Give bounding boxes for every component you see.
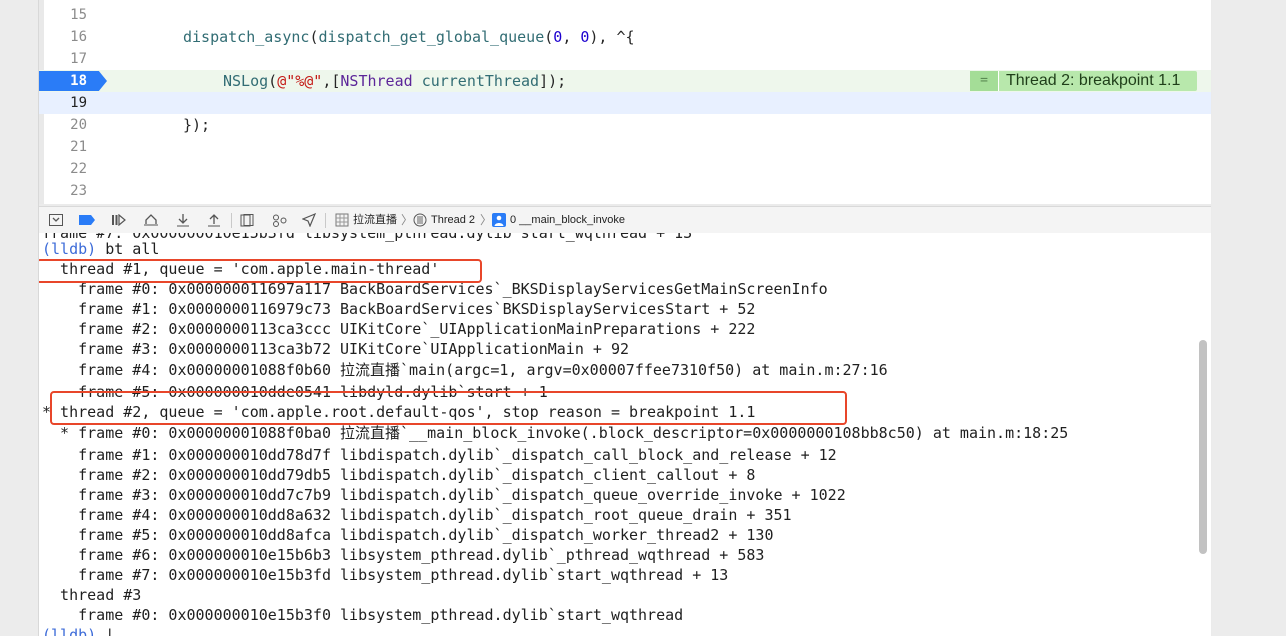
code-token: ( xyxy=(544,28,554,46)
console-cursor[interactable]: | xyxy=(96,626,114,636)
code-text: }); xyxy=(183,114,210,136)
line-number[interactable]: 20 xyxy=(39,114,87,136)
continue-icon[interactable] xyxy=(111,212,127,228)
code-line[interactable]: 23 xyxy=(39,180,1211,202)
highlight-box-main-thread xyxy=(39,259,482,283)
badge-equals-icon: = xyxy=(970,71,999,91)
current-execution-line[interactable]: 18 NSLog(@"%@",[NSThread currentThread])… xyxy=(39,70,1211,92)
code-token: ( xyxy=(268,72,278,90)
console-scrollbar[interactable] xyxy=(1199,340,1207,554)
line-number[interactable]: 23 xyxy=(39,180,87,202)
code-token: NSThread xyxy=(340,72,413,90)
code-line[interactable]: 22 xyxy=(39,158,1211,180)
debug-console[interactable]: frame #7: 0x000000010e15b3fd libsystem_p… xyxy=(39,233,1211,636)
code-token: ), ^{ xyxy=(589,28,635,46)
console-line: frame #1: 0x000000010dd78d7f libdispatch… xyxy=(42,446,837,464)
location-icon[interactable] xyxy=(301,212,317,228)
breadcrumb-target[interactable]: 拉流直播 xyxy=(353,207,397,233)
console-line: thread #3 xyxy=(42,586,142,604)
code-token: ]); xyxy=(539,72,567,90)
line-number[interactable]: 18 xyxy=(39,70,87,92)
console-line: frame #4: 0x00000001088f0b60 拉流直播`main(a… xyxy=(42,361,888,379)
console-line: frame #7: 0x000000010e15b3fd libsystem_p… xyxy=(42,566,729,584)
code-token: currentThread xyxy=(421,72,540,90)
toolbar-divider xyxy=(325,213,326,228)
code-token: NSLog xyxy=(223,72,269,90)
debug-bar: 拉流直播 〉 Thread 2 〉 0 __main_block_invoke xyxy=(39,206,1211,234)
console-line: frame #1: 0x0000000116979c73 BackBoardSe… xyxy=(42,300,756,318)
hide-console-icon[interactable] xyxy=(48,212,64,228)
line-number[interactable]: 16 xyxy=(39,26,87,48)
breakpoint-toggle-icon[interactable] xyxy=(79,212,95,228)
left-gutter xyxy=(0,0,38,636)
code-line[interactable]: 15 xyxy=(39,4,1211,26)
toolbar-divider xyxy=(231,213,232,228)
code-token: 0 xyxy=(553,28,563,46)
cursor-line[interactable]: 19 xyxy=(39,92,1211,114)
code-token: , xyxy=(562,28,581,46)
lldb-prompt: (lldb) xyxy=(42,626,97,636)
code-text: NSLog(@"%@",[NSThread currentThread]); xyxy=(223,70,566,92)
code-token: }); xyxy=(183,116,211,134)
code-line[interactable]: 17 xyxy=(39,48,1211,70)
console-line: frame #3: 0x000000010dd7c7b9 libdispatch… xyxy=(42,486,846,504)
code-token: dispatch_async xyxy=(183,28,310,46)
console-line: frame #0: 0x000000010e15b3f0 libsystem_p… xyxy=(42,606,684,624)
step-into-icon[interactable] xyxy=(175,212,191,228)
code-token: ,[ xyxy=(322,72,341,90)
code-line[interactable]: 21 xyxy=(39,136,1211,158)
code-line[interactable]: 16 dispatch_async (dispatch_get_global_qu… xyxy=(39,26,1211,48)
console-line: * frame #0: 0x00000001088f0ba0 拉流直播`__ma… xyxy=(42,424,1069,442)
highlight-box-thread-2 xyxy=(50,391,847,425)
console-line: frame #4: 0x000000010dd8a632 libdispatch… xyxy=(42,506,792,524)
console-command: bt all xyxy=(96,240,160,258)
app-target-icon xyxy=(334,212,350,228)
console-line: frame #5: 0x000000010dd8afca libdispatch… xyxy=(42,526,774,544)
console-input-line[interactable]: (lldb) | xyxy=(42,625,114,636)
right-margin xyxy=(1212,0,1286,636)
breadcrumb-frame[interactable]: 0 __main_block_invoke xyxy=(510,207,625,233)
breadcrumb-thread[interactable]: Thread 2 xyxy=(431,207,475,233)
debug-view-hierarchy-icon[interactable] xyxy=(239,212,255,228)
code-token: dispatch_get_global_queue xyxy=(318,28,545,46)
thread-breakpoint-badge[interactable]: = Thread 2: breakpoint 1.1 xyxy=(970,71,1197,91)
line-number[interactable]: 19 xyxy=(39,92,87,114)
step-over-icon[interactable] xyxy=(143,212,159,228)
code-text: dispatch_async (dispatch_get_global_queue… xyxy=(183,26,635,48)
badge-label: Thread 2: breakpoint 1.1 xyxy=(1006,72,1181,89)
code-token: @"%@" xyxy=(277,72,323,90)
thread-icon xyxy=(412,212,428,228)
line-number[interactable]: 15 xyxy=(39,4,87,26)
stack-frame-icon xyxy=(491,212,507,228)
step-out-icon[interactable] xyxy=(206,212,222,228)
code-line[interactable]: 20 }); xyxy=(39,114,1211,136)
console-line: frame #6: 0x000000010e15b6b3 libsystem_p… xyxy=(42,546,765,564)
console-line: frame #2: 0x0000000113ca3ccc UIKitCore`_… xyxy=(42,320,756,338)
console-line: frame #2: 0x000000010dd79db5 libdispatch… xyxy=(42,466,756,484)
console-line: frame #3: 0x0000000113ca3b72 UIKitCore`U… xyxy=(42,340,629,358)
line-number[interactable]: 17 xyxy=(39,48,87,70)
lldb-prompt: (lldb) xyxy=(42,240,97,258)
line-number[interactable]: 22 xyxy=(39,158,87,180)
memory-graph-icon[interactable] xyxy=(271,212,287,228)
source-editor[interactable]: 15 16 dispatch_async(dispatch_get_global… xyxy=(39,0,1211,204)
console-prompt-line: (lldb) bt all xyxy=(42,239,159,259)
line-number[interactable]: 21 xyxy=(39,136,87,158)
